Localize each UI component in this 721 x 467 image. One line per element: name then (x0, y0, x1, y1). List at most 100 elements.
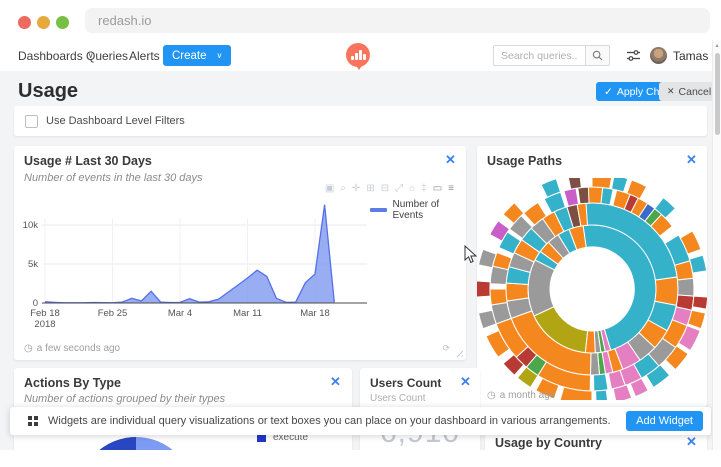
updated-text: a month ago (499, 390, 556, 401)
clock-icon: ◷ (24, 343, 33, 354)
maximize-window-button[interactable] (56, 16, 69, 29)
search-icon (592, 50, 603, 61)
close-window-button[interactable] (18, 16, 31, 29)
sunburst-segment[interactable] (505, 282, 530, 302)
zoom-in-icon[interactable]: ⊞ (366, 184, 374, 194)
zoom-icon[interactable]: ⌕ (340, 184, 346, 194)
x-tick-sublabel: 2018 (34, 319, 55, 330)
widget-subtitle: Users Count (370, 393, 426, 404)
area-series-number-of-events[interactable] (45, 204, 335, 303)
hover-closest-icon[interactable]: ▭ (433, 184, 442, 194)
close-widget-icon[interactable]: ✕ (445, 153, 456, 166)
sunburst-segment[interactable] (563, 187, 580, 207)
events-area-chart[interactable]: 05k10kFeb 182018Feb 25 Mar 4 Mar 11 Mar 18 (14, 196, 466, 336)
page-scrollbar[interactable]: ▴ (712, 40, 721, 450)
widget-title: Usage by Country (495, 436, 602, 450)
clock-icon: ◷ (487, 390, 496, 401)
close-widget-icon[interactable]: ✕ (686, 153, 697, 166)
y-tick-label: 5k (28, 259, 38, 270)
sunburst-segment[interactable] (691, 295, 708, 310)
user-menu[interactable]: Tamas ∨ (650, 40, 721, 71)
updated-text: a few seconds ago (36, 343, 121, 354)
sunburst-segment[interactable] (477, 280, 491, 298)
x-tick-label: Mar 18 (300, 308, 330, 319)
sunburst-segment[interactable] (591, 178, 613, 190)
sliders-icon (627, 50, 640, 61)
widget-title: Actions By Type (24, 376, 122, 390)
x-tick-label: Mar 4 (168, 308, 192, 319)
search-area (493, 45, 610, 66)
pan-icon[interactable]: ✛ (352, 184, 360, 194)
reset-axes-icon[interactable]: ⌂ (409, 184, 415, 194)
sunburst-segment[interactable] (595, 389, 609, 400)
user-name: Tamas (673, 48, 709, 63)
use-dashboard-filters-label: Use Dashboard Level Filters (46, 115, 185, 127)
usage-paths-sunburst-chart[interactable] (477, 178, 707, 400)
settings-sliders-button[interactable] (626, 49, 641, 65)
redash-logo-icon[interactable] (346, 43, 370, 70)
nav-item-label: Dashboards (18, 48, 83, 63)
scrollbar-thumb[interactable] (714, 53, 720, 135)
sunburst-segment[interactable] (489, 288, 508, 306)
sunburst-segment[interactable] (592, 373, 609, 392)
nav-item-dashboards[interactable]: Dashboards ∨ (18, 40, 94, 71)
add-widget-banner: Widgets are individual query visualizati… (10, 407, 711, 435)
nav-item-label: Alerts (129, 48, 160, 63)
resize-handle[interactable] (454, 348, 463, 357)
sunburst-segment[interactable] (600, 187, 614, 206)
close-widget-icon[interactable]: ✕ (330, 375, 341, 388)
minimize-window-button[interactable] (37, 16, 50, 29)
nav-item-alerts[interactable]: Alerts (129, 40, 160, 71)
refresh-icon[interactable]: ⟳ (442, 343, 450, 354)
sunburst-segment[interactable] (567, 178, 582, 190)
camera-icon[interactable]: ▣ (325, 184, 334, 194)
hover-compare-icon[interactable]: ≡ (448, 184, 454, 194)
widget-updated: ◷ a few seconds ago (24, 343, 120, 354)
search-button[interactable] (585, 45, 610, 66)
widget-title: Usage # Last 30 Days (24, 154, 152, 168)
logo-bars (351, 50, 366, 60)
sunburst-segment[interactable] (688, 254, 707, 274)
zoom-out-icon[interactable]: ⊟ (381, 184, 389, 194)
mouse-cursor (464, 245, 478, 264)
window-bottom-edge (0, 450, 721, 467)
close-icon: ✕ (667, 86, 675, 96)
cancel-label: Cancel (678, 85, 712, 98)
plotly-modebar: ▣ ⌕ ✛ ⊞ ⊟ ⤢ ⌂ ‡ ▭ ≡ (325, 184, 454, 194)
close-widget-icon[interactable]: ✕ (686, 435, 697, 448)
autoscale-icon[interactable]: ⤢ (395, 184, 403, 194)
nav-item-queries[interactable]: Queries (86, 40, 128, 71)
address-bar[interactable]: redash.io (85, 8, 710, 33)
actions-pie-chart[interactable] (78, 437, 194, 450)
dashboard-filters-card: Use Dashboard Level Filters (14, 106, 707, 136)
x-tick-label: Feb 25 (98, 308, 128, 319)
sunburst-segment[interactable] (654, 276, 679, 306)
close-widget-icon[interactable]: ✕ (460, 375, 471, 388)
widget-updated: ◷ a month ago (487, 390, 555, 401)
widget-title: Usage Paths (487, 154, 563, 168)
sunburst-segment[interactable] (589, 352, 601, 376)
sunburst-segment[interactable] (577, 186, 590, 205)
search-input[interactable] (493, 45, 585, 66)
app-navbar: Dashboards ∨ Queries Alerts Create ∨ Sea… (0, 40, 721, 72)
widget-subtitle: Number of actions grouped by their types (24, 393, 226, 405)
check-icon: ✓ (604, 85, 613, 98)
chevron-down-icon: ∨ (216, 51, 223, 60)
add-widget-button[interactable]: Add Widget (626, 411, 703, 431)
x-tick-label: Feb 18 (30, 308, 60, 319)
create-button[interactable]: Create ∨ (163, 45, 232, 66)
banner-text: Widgets are individual query visualizati… (48, 415, 611, 427)
sunburst-segment[interactable] (610, 178, 629, 193)
url-text: redash.io (98, 13, 152, 28)
y-tick-label: 10k (23, 220, 39, 231)
line-series-number-of-events[interactable] (44, 204, 335, 304)
widget-subtitle: Number of events in the last 30 days (24, 172, 203, 184)
sunburst-segment[interactable] (676, 277, 695, 297)
spikelines-icon[interactable]: ‡ (421, 184, 427, 194)
scroll-up-icon[interactable]: ▴ (713, 42, 721, 49)
avatar (650, 47, 667, 64)
cancel-button[interactable]: ✕ Cancel (659, 82, 712, 101)
dashboard-content: Usage ✓ Apply Changes ✕ Cancel Use Dashb… (0, 71, 712, 450)
use-dashboard-filters-checkbox[interactable] (25, 114, 38, 128)
browser-window: redash.io Dashboards ∨ Queries Alerts Cr… (0, 0, 721, 467)
